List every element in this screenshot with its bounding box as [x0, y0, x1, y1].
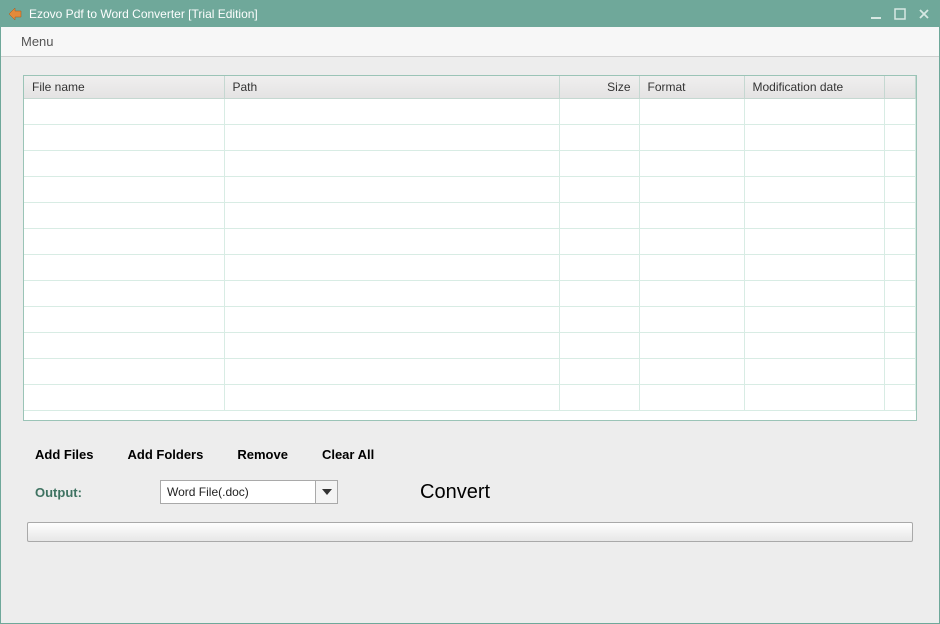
table-row[interactable]	[24, 229, 916, 255]
progress-area	[23, 522, 917, 548]
header-filename[interactable]: File name	[24, 76, 224, 99]
table-header-row: File name Path Size Format Modification …	[24, 76, 916, 99]
table-row[interactable]	[24, 177, 916, 203]
header-format[interactable]: Format	[639, 76, 744, 99]
content-area: File name Path Size Format Modification …	[1, 57, 939, 623]
action-row: Add Files Add Folders Remove Clear All	[23, 421, 917, 472]
table-row[interactable]	[24, 359, 916, 385]
menubar: Menu	[1, 27, 939, 57]
file-table: File name Path Size Format Modification …	[23, 75, 917, 421]
menu-item-menu[interactable]: Menu	[11, 30, 64, 53]
dropdown-toggle-button[interactable]	[315, 481, 337, 503]
table-row[interactable]	[24, 255, 916, 281]
close-button[interactable]	[915, 6, 933, 22]
output-row: Output: Word File(.doc) Convert	[23, 472, 917, 522]
table-row[interactable]	[24, 151, 916, 177]
output-format-value: Word File(.doc)	[161, 481, 315, 503]
table-row[interactable]	[24, 281, 916, 307]
output-label: Output:	[35, 485, 130, 500]
table-row[interactable]	[24, 385, 916, 411]
titlebar: Ezovo Pdf to Word Converter [Trial Editi…	[1, 1, 939, 27]
header-size[interactable]: Size	[559, 76, 639, 99]
remove-button[interactable]: Remove	[237, 447, 288, 462]
app-icon	[7, 6, 23, 22]
header-modification-date[interactable]: Modification date	[744, 76, 884, 99]
app-window: Ezovo Pdf to Word Converter [Trial Editi…	[0, 0, 940, 624]
output-format-dropdown[interactable]: Word File(.doc)	[160, 480, 338, 504]
table-row[interactable]	[24, 333, 916, 359]
add-folders-button[interactable]: Add Folders	[128, 447, 204, 462]
minimize-button[interactable]	[867, 6, 885, 22]
table-row[interactable]	[24, 99, 916, 125]
chevron-down-icon	[322, 489, 332, 495]
maximize-button[interactable]	[891, 6, 909, 22]
table-row[interactable]	[24, 203, 916, 229]
header-path[interactable]: Path	[224, 76, 559, 99]
convert-button[interactable]: Convert	[420, 481, 490, 504]
table-body	[24, 99, 916, 411]
window-controls	[867, 6, 933, 22]
add-files-button[interactable]: Add Files	[35, 447, 94, 462]
table-row[interactable]	[24, 125, 916, 151]
progress-bar	[27, 522, 913, 542]
header-extra[interactable]	[884, 76, 916, 99]
window-title: Ezovo Pdf to Word Converter [Trial Editi…	[29, 7, 867, 21]
table-row[interactable]	[24, 307, 916, 333]
clear-all-button[interactable]: Clear All	[322, 447, 374, 462]
